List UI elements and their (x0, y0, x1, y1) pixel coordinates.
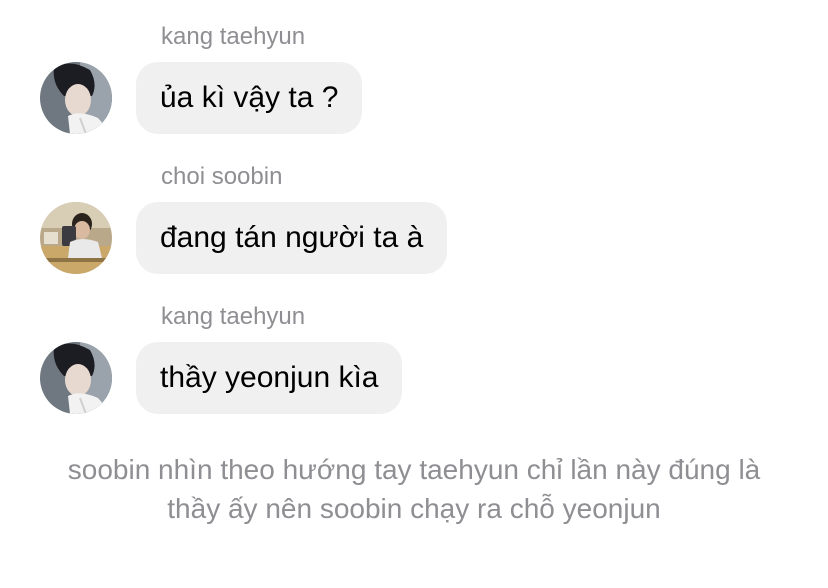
message-bubble[interactable]: đang tán người ta à (136, 202, 448, 274)
message-bubble[interactable]: ủa kì vậy ta ? (136, 62, 363, 134)
avatar[interactable] (40, 342, 112, 414)
avatar[interactable] (40, 62, 112, 134)
user-avatar-photo-icon (40, 342, 112, 414)
sender-name: choi soobin (161, 163, 283, 190)
sender-name: kang taehyun (161, 23, 306, 50)
chat-screen: kang taehyun ủa kì vậy ta ? choi soobin (0, 0, 828, 588)
message-bubble[interactable]: thầy yeonjun kìa (136, 342, 403, 414)
user-avatar-photo-icon (40, 202, 112, 274)
avatar[interactable] (40, 202, 112, 274)
narration-text: soobin nhìn theo hướng tay taehyun chỉ l… (67, 454, 761, 524)
sender-name: kang taehyun (161, 303, 306, 330)
user-avatar-photo-icon (40, 62, 112, 134)
